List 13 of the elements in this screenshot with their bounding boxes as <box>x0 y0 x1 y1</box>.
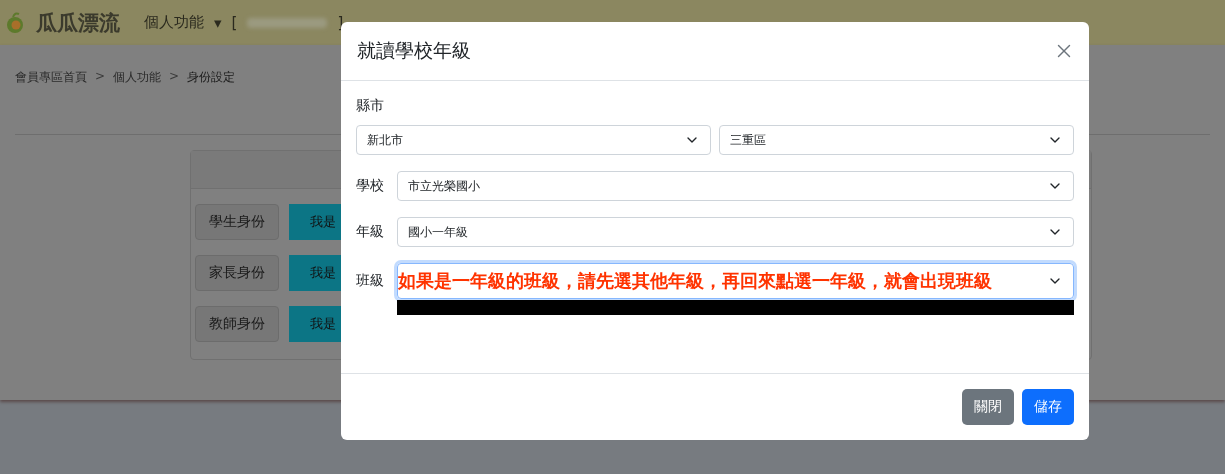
identity-label: 學生身份 <box>195 204 279 240</box>
breadcrumb-item: 身份設定 <box>187 69 236 86</box>
bracket-text: [ <box>231 13 238 32</box>
field-label: 年級 <box>356 223 385 241</box>
identity-label: 家長身份 <box>195 255 279 291</box>
identity-label: 教師身份 <box>195 306 279 342</box>
breadcrumb-separator: > <box>169 69 180 85</box>
field-label: 縣市 <box>356 97 385 115</box>
hint-note: 如果是一年級的班級，請先選其他年級，再回來點選一年級，就會出現班級 <box>398 269 992 293</box>
modal-title: 就讀學校年級 <box>357 38 471 63</box>
breadcrumb-separator: > <box>95 69 106 85</box>
field-label: 學校 <box>356 177 385 195</box>
field-label: 班級 <box>356 272 385 290</box>
